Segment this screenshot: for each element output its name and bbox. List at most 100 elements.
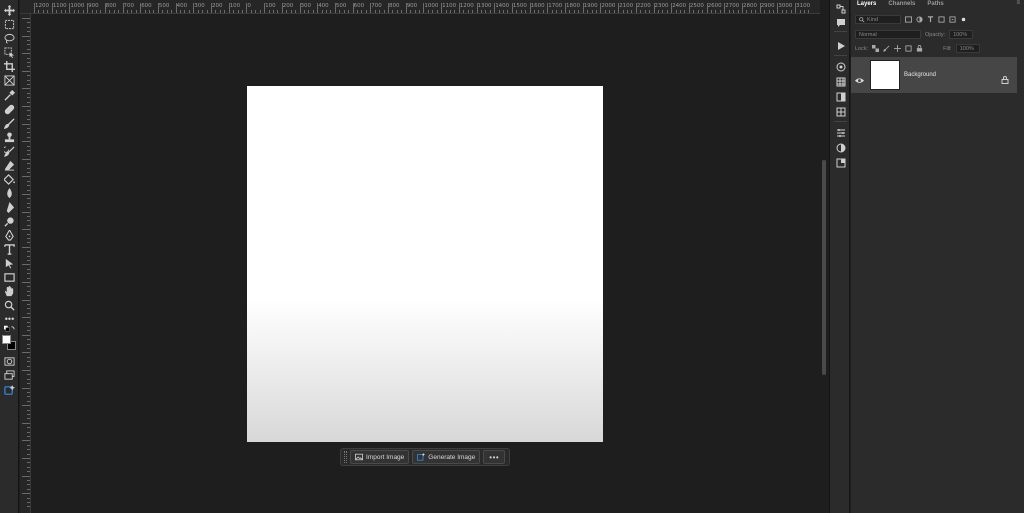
crop-tool-icon[interactable]	[3, 60, 16, 72]
ruler-minor-tick	[609, 10, 611, 13]
layer-lock-icon[interactable]	[1001, 71, 1009, 84]
layer-row-background[interactable]: Background	[851, 57, 1017, 93]
hand-tool-icon[interactable]	[3, 285, 16, 297]
properties-panel-icon[interactable]	[835, 127, 846, 138]
ruler-tick	[22, 211, 30, 213]
ruler-minor-tick	[463, 10, 465, 13]
ruler-minor-tick	[768, 10, 770, 13]
generate-image-button[interactable]: Generate Image	[412, 450, 481, 464]
screen-mode-icon[interactable]	[3, 369, 16, 381]
filter-shape-icon[interactable]	[938, 16, 945, 23]
dodge-tool-icon[interactable]	[3, 201, 16, 213]
blur-tool-icon[interactable]	[3, 187, 16, 199]
ruler-minor-tick	[272, 10, 274, 13]
opacity-input[interactable]: 100%	[949, 30, 974, 39]
filter-pixel-icon[interactable]	[905, 16, 912, 23]
zoom-lens-tool-icon[interactable]	[3, 215, 16, 227]
ruler-tick	[22, 246, 30, 248]
ruler-tick	[27, 255, 30, 257]
quick-mask-icon[interactable]	[3, 355, 16, 367]
vertical-scrollbar[interactable]	[820, 15, 828, 513]
filter-adjustment-icon[interactable]	[916, 16, 923, 23]
ruler-minor-tick	[219, 10, 221, 13]
zoom-tool-icon[interactable]	[3, 299, 16, 311]
ruler-tick	[27, 84, 30, 85]
gradients-panel-icon[interactable]	[835, 91, 846, 102]
frame-tool-icon[interactable]	[3, 74, 16, 86]
history-brush-tool-icon[interactable]	[3, 145, 16, 157]
rectangle-tool-icon[interactable]	[3, 271, 16, 283]
ruler-minor-tick	[498, 10, 500, 13]
object-select-tool-icon[interactable]	[3, 46, 16, 58]
ruler-major-tick	[405, 3, 407, 13]
ruler-tick	[27, 321, 30, 323]
eyedropper-tool-icon[interactable]	[3, 89, 16, 101]
swatches-panel-icon[interactable]	[835, 76, 846, 87]
ruler-minor-tick	[339, 10, 341, 13]
filter-kind-select[interactable]: Kind	[855, 15, 901, 24]
libraries-panel-icon[interactable]	[835, 157, 846, 168]
tab-paths[interactable]: Paths	[921, 0, 949, 9]
ruler-tick	[27, 286, 30, 288]
generative-fill-icon[interactable]	[3, 384, 16, 396]
visibility-eye-icon[interactable]	[855, 71, 864, 83]
ruler-tick-label: 1300	[477, 3, 492, 9]
history-panel-icon[interactable]	[835, 3, 846, 14]
tab-layers[interactable]: Layers	[851, 0, 882, 9]
brush-tool-icon[interactable]	[3, 117, 16, 129]
pen-tool-icon[interactable]	[3, 229, 16, 241]
lock-position-icon[interactable]	[894, 45, 902, 52]
healing-brush-tool-icon[interactable]	[3, 103, 16, 115]
foreground-color-swatch[interactable]	[2, 335, 11, 344]
tab-channels[interactable]: Channels	[882, 0, 921, 9]
lock-all-icon[interactable]	[916, 45, 923, 52]
ruler-minor-tick	[162, 10, 164, 13]
ruler-tick	[22, 440, 30, 442]
comments-panel-icon[interactable]	[835, 17, 846, 28]
ruler-major-tick	[317, 3, 319, 13]
horizontal-ruler[interactable]: 1200 1100 1000 900 800 700 600 500 400 300 200 100 0…	[20, 0, 820, 14]
default-colors-icon[interactable]	[3, 324, 16, 332]
path-select-tool-icon[interactable]	[3, 257, 16, 269]
ruler-tick	[27, 216, 30, 217]
ruler-minor-tick	[480, 10, 482, 13]
more-options-button[interactable]: •••	[483, 450, 506, 464]
blend-mode-select[interactable]: Normal	[855, 30, 921, 39]
ruler-tick-label: 900	[88, 3, 99, 9]
lasso-tool-icon[interactable]	[3, 32, 16, 44]
taskbar-drag-handle[interactable]	[344, 451, 347, 463]
ruler-minor-tick	[153, 10, 155, 13]
layer-name[interactable]: Background	[904, 72, 936, 78]
ruler-minor-tick	[374, 10, 376, 13]
lock-pixels-icon[interactable]	[883, 45, 890, 52]
scrollbar-thumb[interactable]	[822, 160, 826, 375]
color-panel-icon[interactable]	[835, 61, 846, 72]
vertical-ruler[interactable]	[20, 14, 31, 513]
import-image-button[interactable]: Import Image	[350, 450, 410, 464]
move-tool-icon[interactable]	[3, 4, 16, 16]
marquee-tool-icon[interactable]	[3, 18, 16, 30]
ruler-minor-tick	[640, 10, 642, 13]
filter-toggle-icon[interactable]	[960, 16, 967, 23]
clone-stamp-tool-icon[interactable]	[3, 131, 16, 143]
fill-label: Fill:	[943, 45, 952, 52]
filter-smart-object-icon[interactable]	[949, 16, 956, 23]
ruler-minor-tick	[109, 10, 111, 13]
type-tool-icon[interactable]	[3, 243, 16, 255]
panel-menu-icon[interactable]: ≡	[1016, 0, 1020, 6]
filter-type-icon[interactable]	[927, 16, 934, 23]
paint-bucket-tool-icon[interactable]	[3, 173, 16, 185]
document-canvas[interactable]	[247, 86, 603, 442]
lock-transparent-icon[interactable]	[872, 45, 880, 52]
lock-artboard-icon[interactable]	[905, 45, 912, 52]
ruler-minor-tick	[361, 10, 363, 13]
eraser-tool-icon[interactable]	[3, 159, 16, 171]
ruler-tick	[22, 282, 30, 283]
actions-play-icon[interactable]	[835, 40, 846, 51]
ruler-tick-label: 900	[406, 3, 418, 9]
adjustments-panel-icon[interactable]	[835, 142, 846, 153]
fill-input[interactable]: 100%	[955, 44, 980, 53]
patterns-panel-icon[interactable]	[835, 106, 846, 117]
ruler-tick	[22, 299, 30, 301]
ruler-minor-tick	[418, 10, 420, 13]
